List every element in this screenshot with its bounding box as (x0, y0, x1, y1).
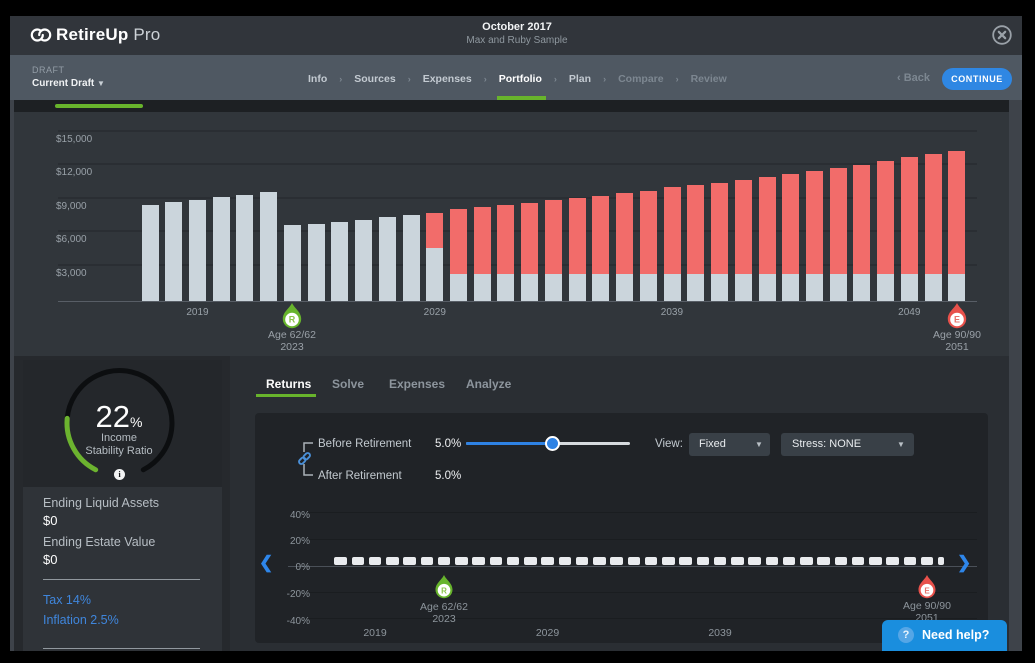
svg-text:R: R (441, 586, 447, 595)
svg-text:R: R (289, 315, 296, 325)
svg-text:E: E (954, 315, 960, 325)
svg-text:E: E (924, 586, 930, 595)
